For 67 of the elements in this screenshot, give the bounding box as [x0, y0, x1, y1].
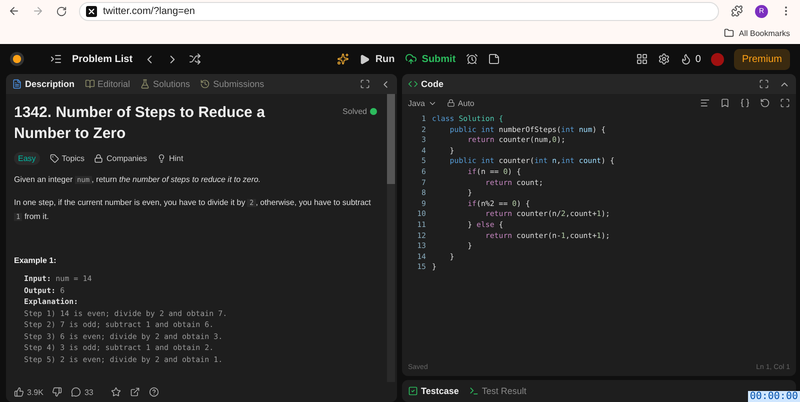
submit-button[interactable]: Submit — [404, 53, 456, 65]
panel-tab[interactable]: Editorial — [84, 79, 130, 89]
scrollbar[interactable] — [387, 94, 395, 382]
settings-icon[interactable] — [658, 53, 670, 65]
bookmarks-folder[interactable]: All Bookmarks — [738, 28, 790, 38]
address-bar[interactable]: twitter.com/?lang=en — [79, 2, 719, 20]
alarm-clock-icon[interactable] — [466, 53, 478, 65]
layout-icon[interactable] — [636, 53, 648, 65]
share-icon[interactable] — [130, 387, 140, 397]
cloud-upload-icon — [404, 53, 417, 65]
checkbox-icon — [408, 386, 418, 396]
bookmark-icon[interactable] — [720, 98, 730, 108]
shuffle-icon[interactable] — [188, 53, 201, 65]
panel-tab[interactable]: Submissions — [200, 79, 264, 89]
problem-title: 1342. Number of Steps to Reduce a Number to Zero — [14, 103, 266, 144]
language-select[interactable]: Java — [408, 98, 437, 108]
braces-icon[interactable] — [740, 98, 750, 108]
lightbulb-icon — [156, 154, 166, 163]
folder-icon — [724, 28, 734, 38]
book-icon — [84, 79, 95, 89]
tag-button[interactable]: Companies — [94, 154, 147, 163]
recording-timer: 00:00:00 — [748, 391, 800, 402]
panel-tab[interactable]: Test Result — [468, 386, 526, 396]
difficulty-badge: Easy — [14, 152, 40, 165]
comment-count: 33 — [84, 388, 94, 396]
lock-icon — [446, 99, 455, 107]
panel-tab[interactable]: Testcase — [408, 386, 459, 396]
sparkle-icon[interactable] — [337, 53, 350, 65]
star-icon[interactable] — [111, 387, 122, 397]
run-button[interactable]: Run — [359, 54, 395, 64]
tag-button[interactable]: Topics — [50, 154, 84, 163]
logo-icon[interactable] — [10, 52, 24, 66]
streak-count: 0 — [695, 54, 701, 64]
help-icon[interactable] — [149, 387, 160, 397]
panel-tab[interactable]: Description — [12, 79, 75, 89]
like-count: 3.9K — [27, 388, 44, 396]
flask-icon — [140, 79, 150, 89]
premium-button[interactable]: Premium — [734, 48, 790, 70]
code-icon — [408, 79, 418, 89]
list-icon[interactable] — [50, 53, 62, 65]
code-tab[interactable]: Code — [408, 79, 444, 89]
thumbs-down-icon[interactable] — [52, 387, 62, 397]
note-icon[interactable] — [488, 53, 500, 65]
flame-icon — [680, 53, 692, 65]
expand-icon[interactable] — [759, 79, 769, 89]
fullscreen-icon[interactable] — [780, 98, 790, 108]
expand-icon[interactable] — [360, 79, 370, 89]
lock-icon — [94, 154, 104, 163]
tag-button[interactable]: Hint — [156, 154, 184, 163]
play-icon — [359, 54, 370, 64]
solved-status: Solved — [342, 102, 377, 116]
history-icon — [200, 79, 210, 89]
back-icon[interactable] — [8, 5, 20, 17]
thumbs-up-icon[interactable] — [14, 387, 24, 397]
comment-icon[interactable] — [71, 387, 82, 397]
format-icon[interactable] — [700, 98, 710, 108]
panel-tab[interactable]: Solutions — [140, 79, 190, 89]
problem-list-link[interactable]: Problem List — [72, 54, 133, 64]
tag-icon — [50, 154, 59, 163]
reset-icon[interactable] — [760, 98, 770, 108]
auto-mode[interactable]: Auto — [458, 98, 474, 108]
puzzle-icon[interactable] — [731, 5, 743, 17]
reload-icon[interactable] — [56, 6, 67, 16]
example-title: Example 1: — [14, 256, 58, 265]
site-logo-icon — [86, 6, 97, 16]
terminal-icon — [468, 386, 479, 396]
document-icon — [12, 79, 22, 89]
